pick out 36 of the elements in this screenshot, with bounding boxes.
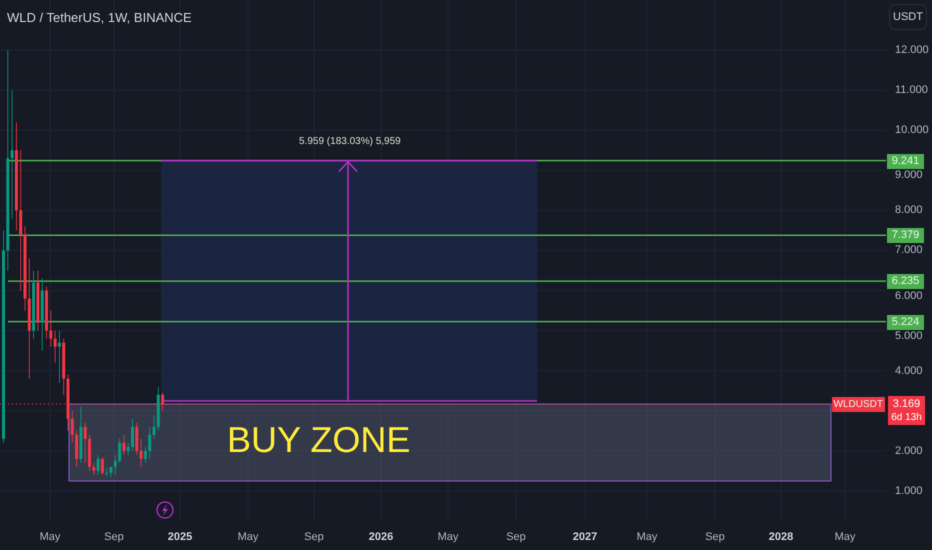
lightning-icon[interactable]	[156, 501, 174, 519]
time-tick: Sep	[505, 530, 527, 545]
time-tick: 2026	[368, 530, 394, 545]
price-tick: 10.000	[895, 123, 929, 138]
level-price-label: 7.379	[887, 228, 924, 244]
level-price-label: 5.224	[887, 314, 924, 330]
price-tick: 11.000	[895, 83, 928, 98]
price-tick: 2.000	[895, 444, 923, 458]
time-tick: 2028	[768, 530, 794, 545]
level-price-label: 9.241	[887, 154, 924, 169]
time-tick: May	[236, 530, 260, 545]
price-tick: 1.000	[895, 484, 923, 498]
time-tick: Sep	[303, 530, 325, 545]
time-tick: May	[636, 530, 658, 545]
price-tick: 4.000	[895, 364, 923, 378]
time-tick: 2027	[572, 530, 598, 545]
time-tick: Sep	[704, 530, 726, 545]
currency-button[interactable]: USDT	[889, 4, 927, 30]
price-tick: 7.000	[895, 243, 923, 258]
level-price-label: 6.235	[887, 274, 924, 290]
countdown: 6d 13h	[891, 411, 922, 424]
time-tick: May	[38, 530, 62, 545]
time-tick: 2025	[166, 530, 194, 545]
time-tick: Sep	[103, 530, 125, 545]
time-tick: May	[436, 530, 460, 545]
price-tick: 9.000	[895, 168, 923, 182]
price-tick: 8.000	[895, 203, 923, 218]
price-tick: 5.000	[895, 328, 923, 343]
buy-zone-label: BUY ZONE	[227, 418, 410, 462]
time-tick: May	[834, 530, 856, 545]
measurement-label: 5.959 (183.03%) 5,959	[299, 135, 401, 149]
symbol-label: WLDUSDT	[832, 397, 885, 412]
chart-title: WLD / TetherUS, 1W, BINANCE	[7, 9, 192, 27]
current-price: 3.169	[892, 397, 920, 412]
price-tick: 6.000	[895, 288, 923, 303]
price-tick: 12.000	[895, 43, 929, 57]
